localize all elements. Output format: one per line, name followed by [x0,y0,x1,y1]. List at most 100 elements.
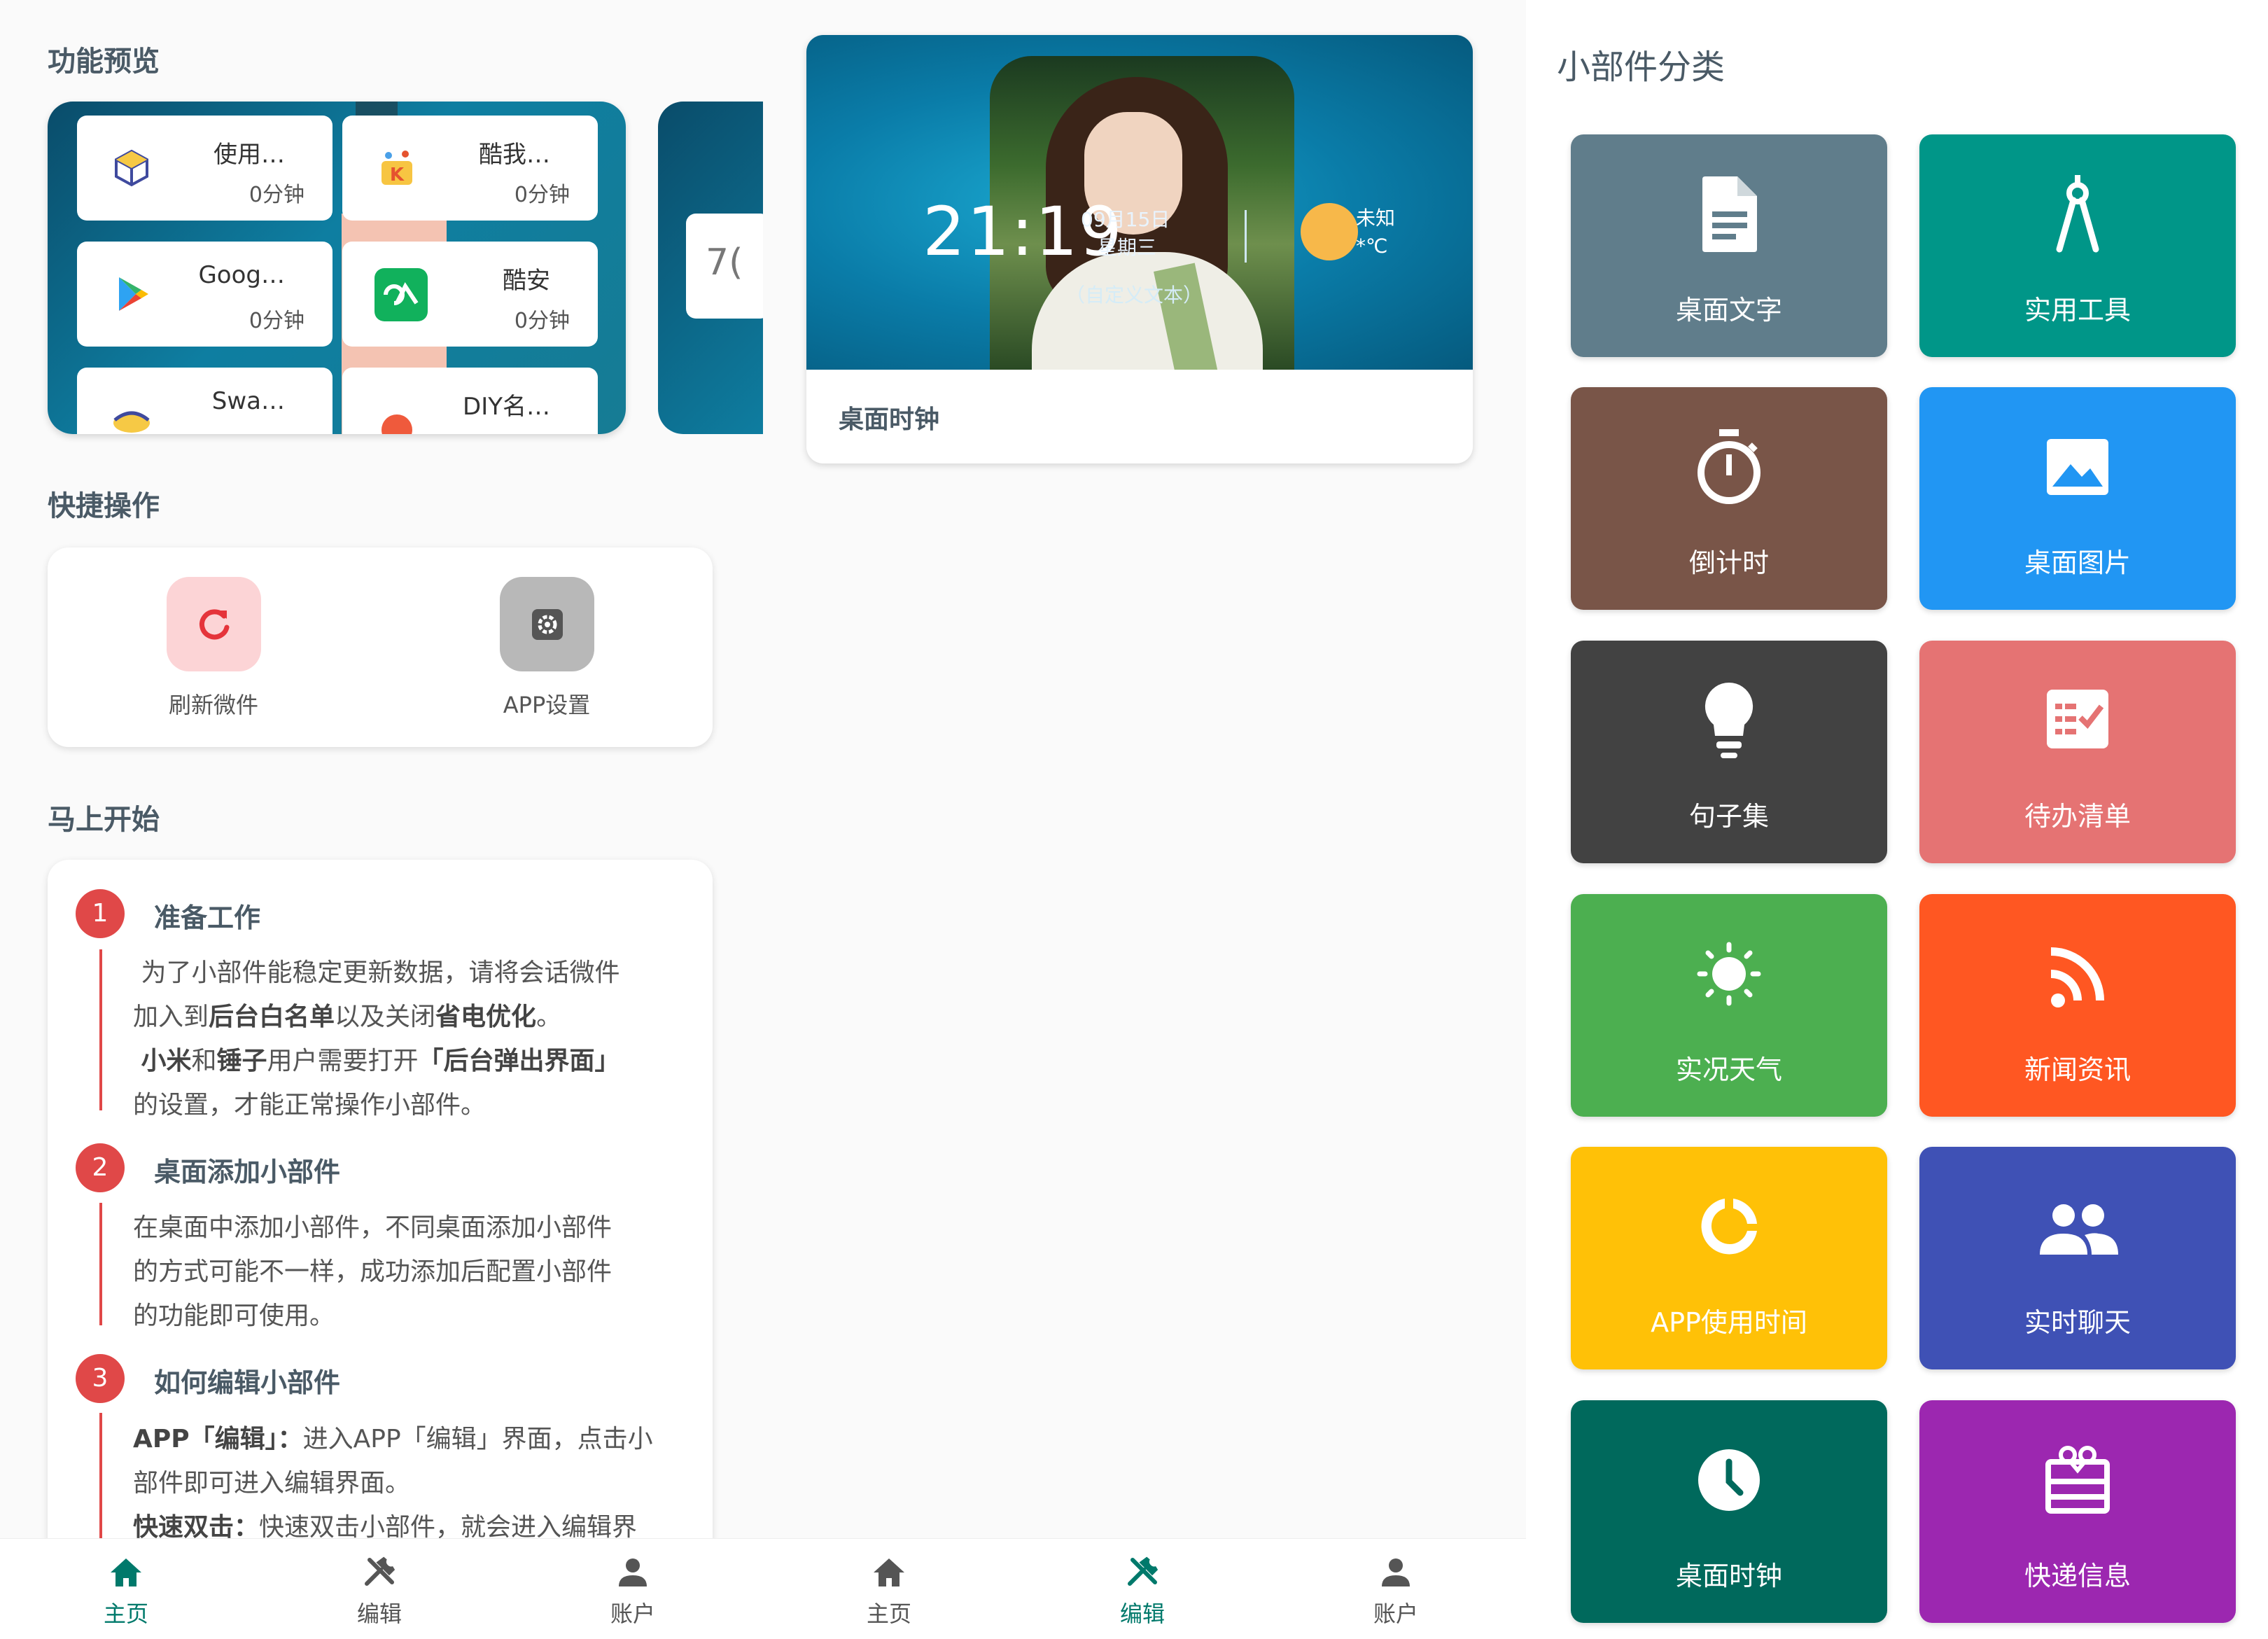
nav-item-account[interactable]: 账户 [577,1553,689,1628]
clock-preview: 21:19 09月15日 星期三 未知 *℃ （自定义文本） [806,35,1473,370]
step-title: 桌面添加小部件 [154,1157,341,1187]
tile-name: 酷安 [503,267,550,295]
app-settings-button[interactable] [500,577,594,671]
tile-name: Swa… [211,387,285,415]
tile-time: 0分钟 [248,183,304,207]
step-number: 1 [76,889,125,938]
preview-tile: 7( [686,214,763,319]
bottom-nav: 主页 编辑 账户 [763,1538,1526,1639]
tile-name: 酷我… [479,141,550,169]
step-description: APP「编辑」：进入APP「编辑」界面，点击小 部件即可进入编辑界面。 快速双击… [133,1425,653,1542]
clock-separator [1245,210,1247,263]
refresh-widget-label: 刷新微件 [168,692,258,718]
widget-categories-screen: 小部件分类 桌面文字 实用工具 倒计时 桌面图片 句子集 待办清单 实况天气 新… [1526,0,2268,1639]
home-icon [111,1558,141,1586]
category-label: 待办清单 [2024,801,2131,832]
settings-icon [531,608,563,640]
categories-title: 小部件分类 [1557,48,1726,87]
tile-name: DIY名… [463,393,550,421]
weather-sun-icon [1301,203,1358,260]
swap-icon [113,411,150,433]
preview-tile[interactable]: 酷安 0分钟 [342,242,598,347]
home-icon [874,1558,904,1586]
category-label: 桌面图片 [2024,548,2131,578]
category-app-usage[interactable]: APP使用时间 [1571,1147,1887,1369]
google-play-icon [119,277,148,311]
step-description: 为了小部件能稳定更新数据，请将会话微件 加入到后台白名单以及关闭省电优化。 小米… [133,958,620,1120]
category-utilities[interactable]: 实用工具 [1919,134,2236,357]
category-label: 实时聊天 [2024,1307,2131,1338]
tile-value: 7( [706,242,743,284]
lightbulb-icon [1704,682,1754,758]
clock-card-label: 桌面时钟 [839,405,940,434]
nav-label: 主页 [103,1600,148,1627]
nav-item-edit[interactable]: 编辑 [323,1553,435,1628]
preview-tile[interactable]: K 酷我… 0分钟 [342,116,598,221]
refresh-icon [199,608,229,639]
nav-item-edit[interactable]: 编辑 [1086,1553,1198,1628]
quick-actions-card: 刷新微件 APP设置 [48,548,713,747]
step-description: 在桌面中添加小部件，不同桌面添加小部件 的方式可能不一样，成功添加后配置小部件 … [133,1213,612,1330]
step-connector [99,1203,102,1325]
preview-tile[interactable]: Goog… 0分钟 [77,242,332,347]
donut-icon [1701,1199,1757,1255]
tile-name: 使用… [214,141,285,169]
clock-date: 09月15日 [1081,208,1170,231]
clock-custom-text: （自定义文本） [1065,284,1203,307]
preview-tile[interactable]: 使用… 0分钟 [77,116,332,221]
clock-weekday: 星期三 [1098,236,1157,259]
bottom-nav: 主页 编辑 账户 [0,1538,763,1639]
preview-widget[interactable]: 使用… 0分钟 K 酷我… 0分钟 Goog… 0分钟 酷安 0分钟 Swa… … [48,102,626,434]
category-label: 桌面文字 [1675,295,1782,326]
category-live-chat[interactable]: 实时聊天 [1919,1147,2236,1369]
home-screen: 功能预览 使用… 0分钟 K 酷我… 0分钟 Goog… 0分钟 酷安 0分钟 … [0,0,763,1639]
gift-box-icon [2045,1446,2110,1514]
start-section-title: 马上开始 [48,804,160,836]
refresh-widget-button[interactable] [167,577,261,671]
category-label: 句子集 [1688,801,1769,832]
nav-item-home[interactable]: 主页 [833,1553,945,1628]
category-quotes[interactable]: 句子集 [1571,641,1887,863]
getting-started-card: 1 准备工作 为了小部件能稳定更新数据，请将会话微件 加入到后台白名单以及关闭省… [48,860,713,1639]
clock-weather: 未知 *℃ [1356,207,1396,258]
nav-item-home[interactable]: 主页 [70,1553,182,1628]
category-todo-list[interactable]: 待办清单 [1919,641,2236,863]
svg-text:K: K [390,165,405,186]
category-news[interactable]: 新闻资讯 [1919,894,2236,1117]
step-number: 3 [76,1354,125,1403]
rss-icon [2050,947,2104,1007]
clock-icon [1698,1449,1760,1511]
tile-time: 0分钟 [248,309,304,333]
compass-icon [2056,175,2099,253]
desktop-clock-card[interactable]: 21:19 09月15日 星期三 未知 *℃ （自定义文本） 桌面时钟 [806,35,1473,463]
nav-item-account[interactable]: 账户 [1340,1553,1452,1628]
category-desktop-clock[interactable]: 桌面时钟 [1571,1400,1887,1623]
account-icon [619,1558,647,1586]
coolapk-icon [374,268,428,321]
preview-tile[interactable]: DIY名… [342,368,598,434]
category-label: 新闻资讯 [2024,1054,2131,1085]
nav-label: 账户 [610,1600,655,1627]
nav-label: 编辑 [1119,1600,1165,1627]
category-label: 快递信息 [2024,1561,2131,1591]
quick-section-title: 快捷操作 [48,490,160,522]
category-label: 倒计时 [1688,548,1769,578]
preview-widget-peek[interactable]: 7( [658,102,763,434]
step-connector [99,949,102,1110]
tools-icon [1128,1556,1158,1586]
step-title: 准备工作 [154,902,261,933]
category-label: 桌面时钟 [1675,1561,1782,1591]
tile-time: 0分钟 [514,183,570,207]
category-desktop-text[interactable]: 桌面文字 [1571,134,1887,357]
account-icon [1382,1558,1410,1586]
category-countdown[interactable]: 倒计时 [1571,387,1887,610]
category-weather[interactable]: 实况天气 [1571,894,1887,1117]
sun-icon [1697,942,1761,1006]
category-desktop-image[interactable]: 桌面图片 [1919,387,2236,610]
step-title: 如何编辑小部件 [154,1367,341,1398]
checklist-icon [2047,690,2108,748]
kuwo-icon: K [382,151,412,186]
preview-tile[interactable]: Swa… [77,368,332,434]
category-express-delivery[interactable]: 快递信息 [1919,1400,2236,1623]
category-label: APP使用时间 [1651,1307,1807,1338]
